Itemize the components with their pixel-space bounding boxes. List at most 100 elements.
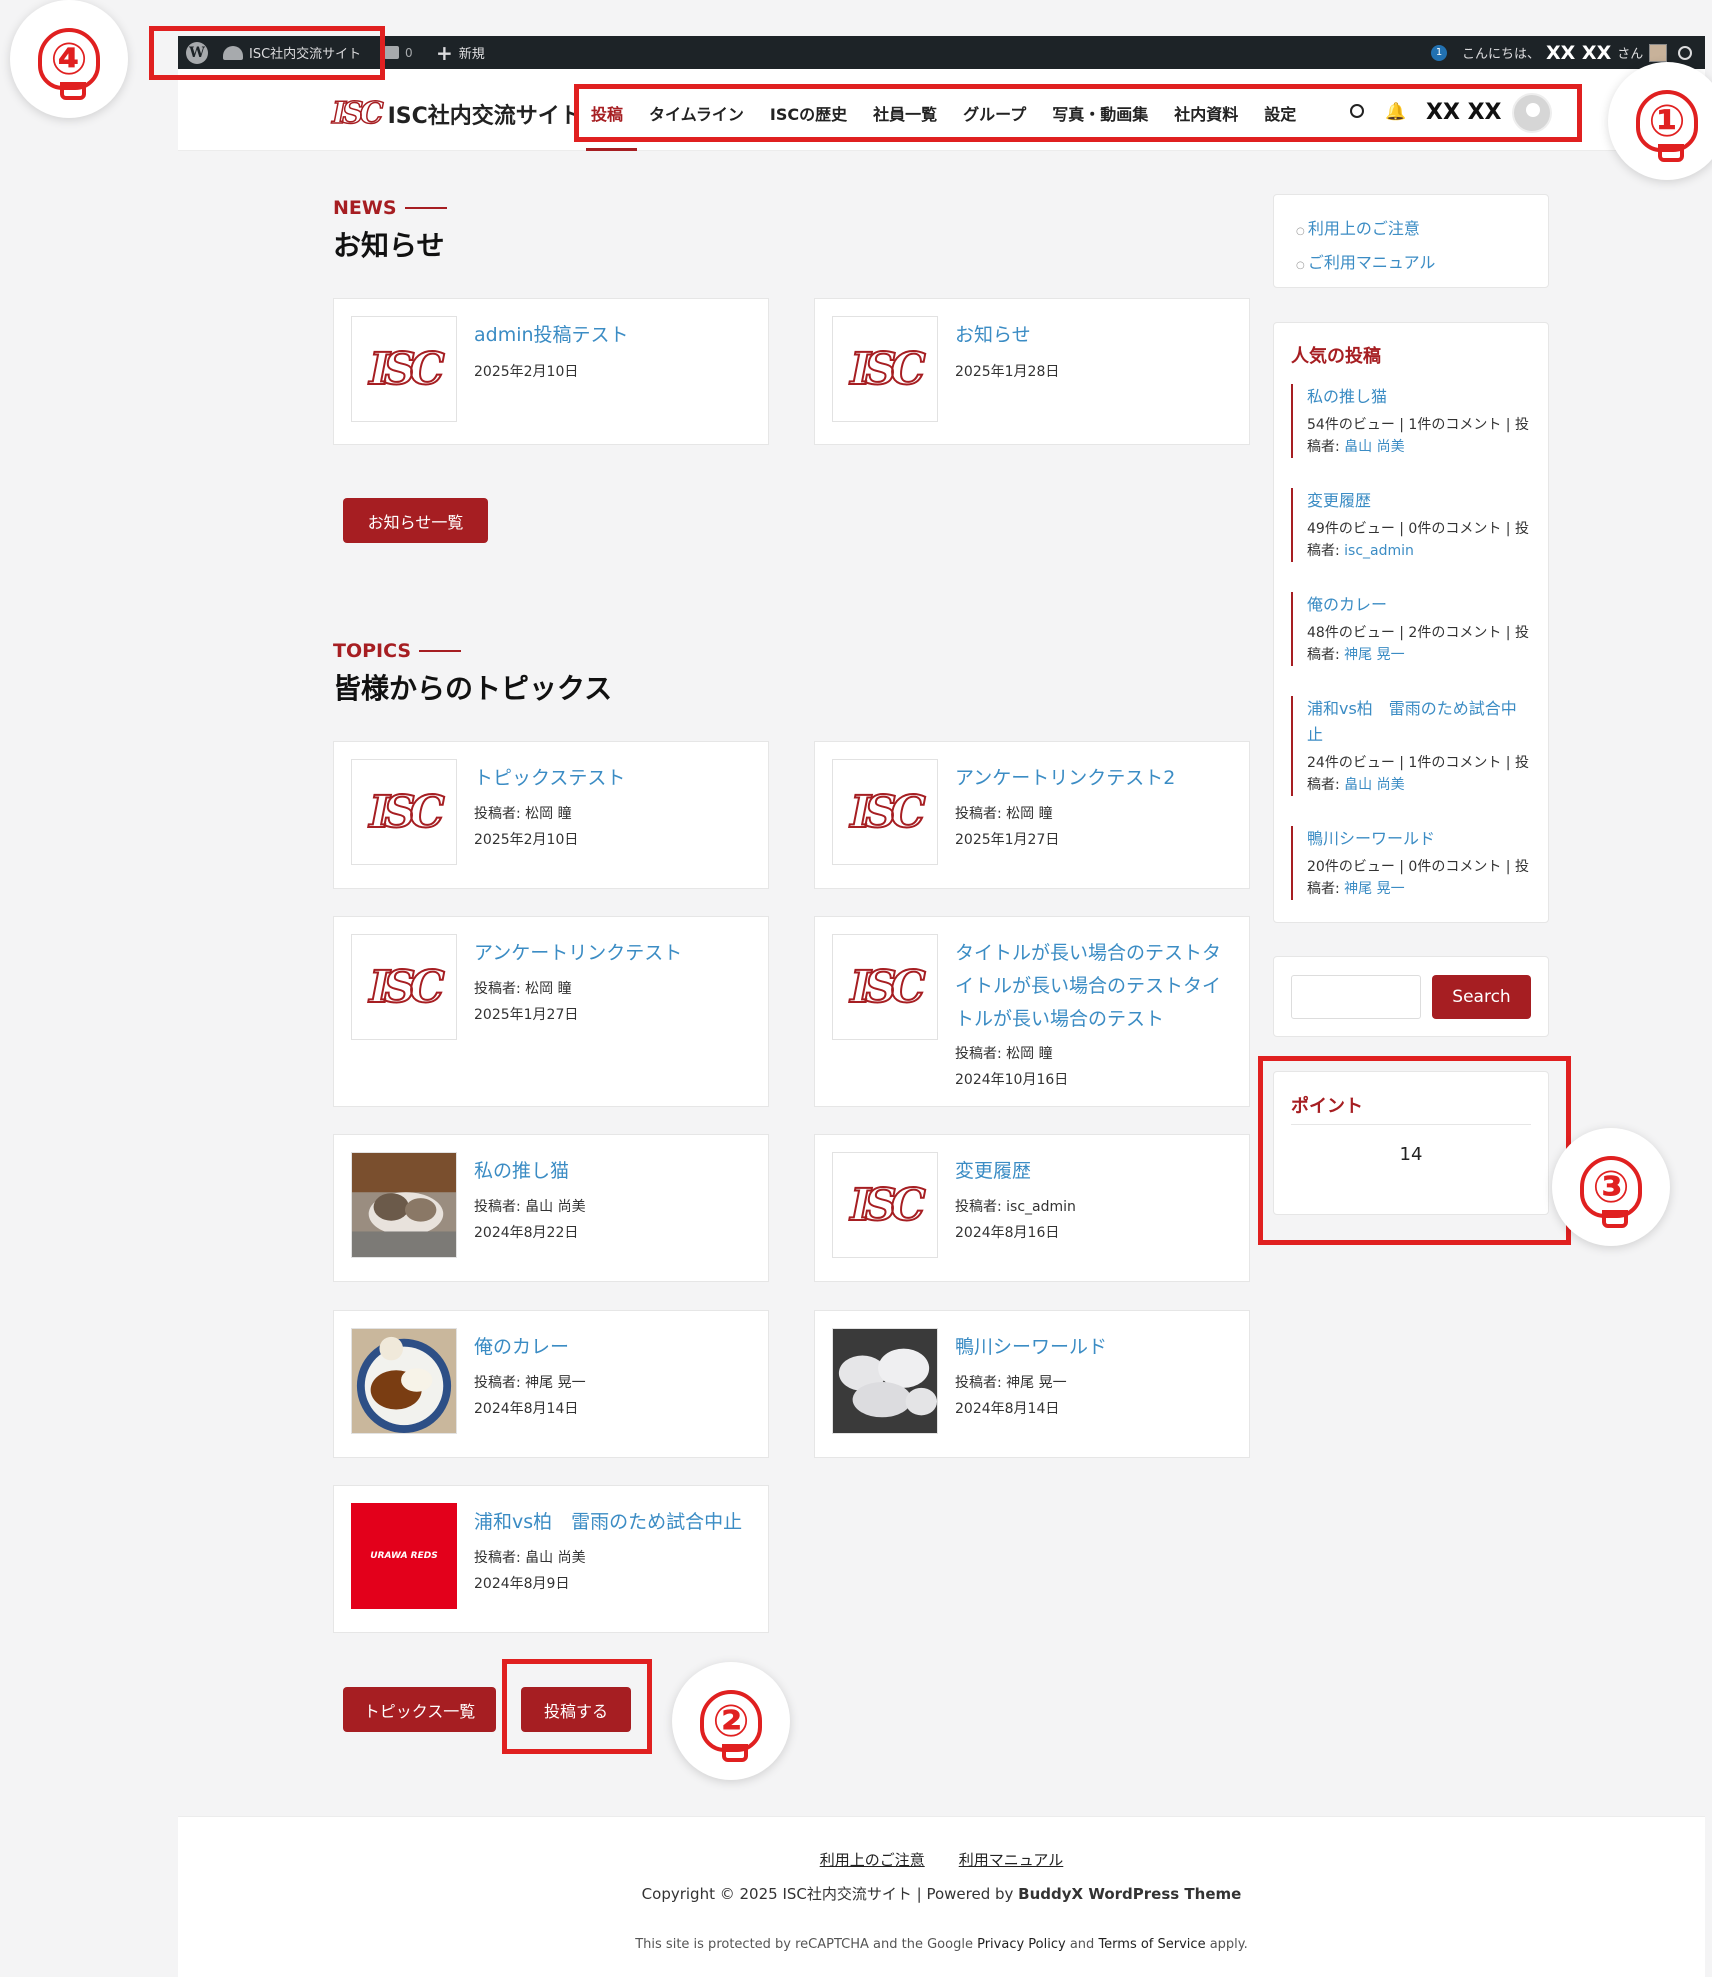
- help-link-notes[interactable]: ○ 利用上のご注意: [1296, 215, 1420, 239]
- topic-card[interactable]: ISC タイトルが長い場合のテストタイトルが長い場合のテストタイトルが長い場合の…: [814, 916, 1250, 1107]
- popular-post-author[interactable]: 畠山 尚美: [1344, 439, 1404, 455]
- topic-card-author: 投稿者: 神尾 晃一: [474, 1372, 586, 1392]
- topic-card-title[interactable]: 私の推し猫: [474, 1155, 750, 1188]
- topic-card[interactable]: ISC トピックステスト 投稿者: 松岡 瞳 2025年2月10日: [333, 741, 769, 889]
- help-link-label: ご利用マニュアル: [1307, 253, 1436, 272]
- help-link-manual[interactable]: ○ ご利用マニュアル: [1296, 249, 1435, 273]
- topics-list-button[interactable]: トピックス一覧: [343, 1687, 496, 1732]
- label-divider: [404, 207, 447, 209]
- news-section-title: お知らせ: [333, 229, 445, 262]
- isc-logo-icon: ISC: [368, 961, 445, 1014]
- footer-link-notes[interactable]: 利用上のご注意: [820, 1849, 925, 1870]
- isc-logo-icon: ISC: [849, 1179, 926, 1232]
- popular-post-title[interactable]: 変更履歴: [1307, 488, 1531, 514]
- site-logo: ISC: [331, 95, 384, 132]
- label-divider: [419, 650, 462, 652]
- privacy-policy-link[interactable]: Privacy Policy: [977, 1937, 1066, 1952]
- topic-card[interactable]: URAWA REDS 浦和vs柏 雷雨のため試合中止 投稿者: 畠山 尚美 20…: [333, 1485, 769, 1633]
- theme-link[interactable]: BuddyX WordPress Theme: [1018, 1885, 1241, 1903]
- author-prefix: 投稿者:: [955, 1046, 1007, 1062]
- search-button[interactable]: Search: [1432, 975, 1531, 1019]
- isc-logo-icon: ISC: [849, 343, 926, 396]
- news-card[interactable]: ISC お知らせ 2025年1月28日: [814, 298, 1250, 445]
- author-prefix: 投稿者:: [474, 1550, 526, 1566]
- urawa-reds-thumbnail: URAWA REDS: [351, 1503, 457, 1609]
- topic-card-author: 投稿者: 松岡 瞳: [955, 1043, 1053, 1063]
- author-name: 神尾 晃一: [1006, 1375, 1067, 1391]
- topic-card[interactable]: 俺のカレー 投稿者: 神尾 晃一 2024年8月14日: [333, 1310, 769, 1458]
- isc-logo-icon: ISC: [368, 343, 445, 396]
- comment-icon: [384, 46, 399, 59]
- isc-logo-icon: ISC: [849, 961, 926, 1014]
- news-card-date: 2025年2月10日: [474, 364, 579, 380]
- annotation-box-4: [149, 26, 385, 80]
- popular-post-author[interactable]: isc_admin: [1344, 543, 1414, 559]
- terms-link[interactable]: Terms of Service: [1098, 1937, 1205, 1952]
- news-card[interactable]: ISC admin投稿テスト 2025年2月10日: [333, 298, 769, 445]
- curry-photo: [352, 1329, 456, 1433]
- popular-post-title[interactable]: 鴨川シーワールド: [1307, 826, 1531, 852]
- topic-card[interactable]: 鴨川シーワールド 投稿者: 神尾 晃一 2024年8月14日: [814, 1310, 1250, 1458]
- news-card-title[interactable]: admin投稿テスト: [474, 319, 750, 352]
- popular-post-item[interactable]: 鴨川シーワールド 20件のビュー | 0件のコメント | 投稿者: 神尾 晃一: [1291, 826, 1531, 900]
- news-list-button[interactable]: お知らせ一覧: [343, 498, 488, 543]
- topic-card-title[interactable]: アンケートリンクテスト2: [955, 762, 1231, 795]
- topic-card-title[interactable]: 俺のカレー: [474, 1331, 750, 1364]
- topic-card[interactable]: 私の推し猫 投稿者: 畠山 尚美 2024年8月22日: [333, 1134, 769, 1282]
- copyright: Copyright © 2025 ISC社内交流サイト | Powered by…: [178, 1883, 1705, 1904]
- popular-post-author[interactable]: 神尾 晃一: [1344, 647, 1404, 663]
- news-section-label: NEWS: [333, 197, 447, 219]
- news-card-title[interactable]: お知らせ: [955, 319, 1231, 352]
- site-title: ISC社内交流サイト: [387, 103, 582, 129]
- beluga-photo: [833, 1329, 937, 1433]
- popular-post-item[interactable]: 俺のカレー 48件のビュー | 2件のコメント | 投稿者: 神尾 晃一: [1291, 592, 1531, 666]
- footer-link-manual[interactable]: 利用マニュアル: [959, 1849, 1064, 1870]
- annotation-box-1: [574, 84, 1582, 142]
- topic-card-title[interactable]: トピックステスト: [474, 762, 750, 795]
- topic-card-author: 投稿者: isc_admin: [955, 1196, 1076, 1216]
- topic-card[interactable]: ISC アンケートリンクテスト 投稿者: 松岡 瞳 2025年1月27日: [333, 916, 769, 1107]
- topic-card-title[interactable]: タイトルが長い場合のテストタイトルが長い場合のテストタイトルが長い場合のテスト: [955, 937, 1231, 1036]
- author-prefix: 投稿者:: [474, 1199, 526, 1215]
- popular-post-title[interactable]: 浦和vs柏 雷雨のため試合中止: [1307, 696, 1531, 748]
- copyright-text: Copyright © 2025 ISC社内交流サイト | Powered by: [641, 1885, 1019, 1903]
- popular-post-author[interactable]: 神尾 晃一: [1344, 881, 1404, 897]
- news-label: NEWS: [333, 197, 397, 219]
- admin-account-menu[interactable]: こんにちは、 XX XX さん: [1462, 36, 1668, 69]
- popular-post-stats: 54件のビュー | 1件のコメント | 投稿者:: [1307, 417, 1529, 455]
- topic-card-author: 投稿者: 松岡 瞳: [474, 803, 572, 823]
- site-brand[interactable]: ISC ISC社内交流サイト: [331, 95, 582, 132]
- isc-logo-icon: ISC: [849, 786, 926, 839]
- topic-card-date: 2024年8月9日: [474, 1576, 570, 1592]
- popular-post-item[interactable]: 浦和vs柏 雷雨のため試合中止 24件のビュー | 1件のコメント | 投稿者:…: [1291, 696, 1531, 796]
- bullet-icon: ○: [1296, 226, 1308, 237]
- admin-comments-link[interactable]: 0: [384, 36, 413, 69]
- greeting-text: こんにちは、: [1462, 47, 1541, 62]
- popular-post-title[interactable]: 俺のカレー: [1307, 592, 1531, 618]
- topic-card-title[interactable]: 変更履歴: [955, 1155, 1231, 1188]
- post-thumbnail: ISC: [832, 316, 938, 422]
- popular-post-title[interactable]: 私の推し猫: [1307, 384, 1531, 410]
- topic-card-title[interactable]: 鴨川シーワールド: [955, 1331, 1231, 1364]
- topic-card[interactable]: ISC アンケートリンクテスト2 投稿者: 松岡 瞳 2025年1月27日: [814, 741, 1250, 889]
- popular-post-stats: 49件のビュー | 0件のコメント | 投稿者:: [1307, 521, 1529, 559]
- search-input[interactable]: [1291, 975, 1421, 1019]
- annotation-number: ①: [1636, 90, 1698, 162]
- admin-new-link[interactable]: + 新規: [436, 36, 485, 69]
- admin-new-label: 新規: [458, 47, 485, 62]
- admin-update-indicator[interactable]: 1: [1431, 36, 1447, 69]
- topic-card-title[interactable]: アンケートリンクテスト: [474, 937, 750, 970]
- popular-post-author[interactable]: 畠山 尚美: [1344, 777, 1404, 793]
- urawa-reds-logo: URAWA REDS: [370, 1551, 438, 1561]
- admin-bar: W ISC社内交流サイト 0 + 新規 1 こんにちは、 XX XX さん: [178, 36, 1705, 69]
- author-prefix: 投稿者:: [474, 981, 526, 997]
- topic-card-date: 2024年8月16日: [955, 1225, 1060, 1241]
- author-name: 畠山 尚美: [525, 1199, 586, 1215]
- popular-post-item[interactable]: 私の推し猫 54件のビュー | 1件のコメント | 投稿者: 畠山 尚美: [1291, 384, 1531, 458]
- topic-card-title[interactable]: 浦和vs柏 雷雨のため試合中止: [474, 1506, 750, 1539]
- topic-card[interactable]: ISC 変更履歴 投稿者: isc_admin 2024年8月16日: [814, 1134, 1250, 1282]
- topic-card-author: 投稿者: 松岡 瞳: [474, 978, 572, 998]
- recaptcha-and: and: [1065, 1937, 1099, 1952]
- topics-section-label: TOPICS: [333, 640, 462, 662]
- popular-post-item[interactable]: 変更履歴 49件のビュー | 0件のコメント | 投稿者: isc_admin: [1291, 488, 1531, 562]
